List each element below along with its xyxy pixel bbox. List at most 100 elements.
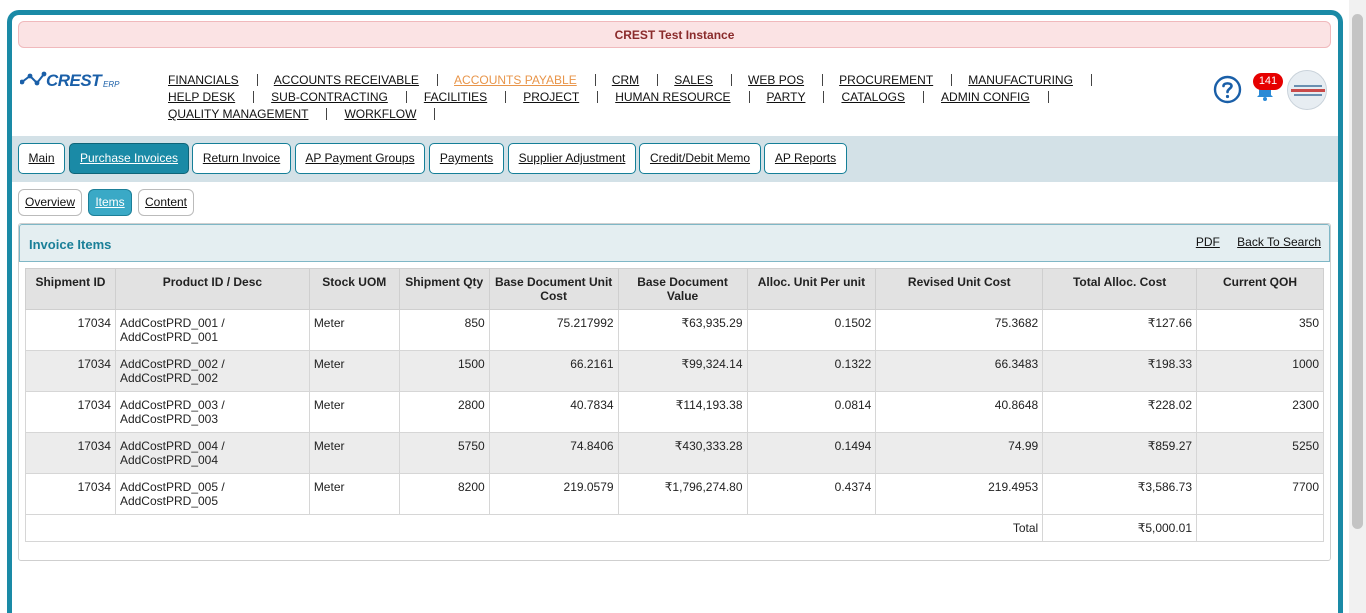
col-doc-value[interactable]: Base Document Value xyxy=(617,268,748,310)
col-revised-cost[interactable]: Revised Unit Cost xyxy=(875,268,1044,310)
cell-shipment-id: 17034 xyxy=(25,350,116,392)
nav-sub-contracting[interactable]: SUB-CONTRACTING xyxy=(271,89,388,106)
cell-qty: 1500 xyxy=(398,350,490,392)
cell-alloc-unit: 0.1494 xyxy=(746,432,877,474)
table-row: 17034 AddCostPRD_003 /AddCostPRD_003 Met… xyxy=(25,391,1324,433)
instance-banner: CREST Test Instance xyxy=(18,21,1331,48)
page-scrollbar[interactable] xyxy=(1349,0,1366,613)
cell-shipment-id: 17034 xyxy=(25,391,116,433)
cell-product: AddCostPRD_003 /AddCostPRD_003 xyxy=(114,391,310,433)
cell-doc-value: ₹63,935.29 xyxy=(617,309,748,351)
notification-badge[interactable]: 141 xyxy=(1253,73,1283,90)
cell-product: AddCostPRD_001 /AddCostPRD_001 xyxy=(114,309,310,351)
nav-crm[interactable]: CRM xyxy=(612,72,639,89)
nav-separator xyxy=(326,108,328,120)
nav-workflow[interactable]: WORKFLOW xyxy=(344,106,416,123)
col-total-alloc[interactable]: Total Alloc. Cost xyxy=(1042,268,1198,310)
total-empty-cell xyxy=(1196,514,1324,542)
col-shipment-qty[interactable]: Shipment Qty xyxy=(398,268,490,310)
cell-uom: Meter xyxy=(308,309,400,351)
pdf-link[interactable]: PDF xyxy=(1196,235,1220,249)
col-stock-uom[interactable]: Stock UOM xyxy=(308,268,400,310)
cell-total-alloc: ₹127.66 xyxy=(1042,309,1198,351)
back-to-search-link[interactable]: Back To Search xyxy=(1237,235,1321,249)
nav-admin-config[interactable]: ADMIN CONFIG xyxy=(941,89,1030,106)
nav-human-resource[interactable]: HUMAN RESOURCE xyxy=(615,89,730,106)
cell-uom: Meter xyxy=(308,432,400,474)
col-shipment-id[interactable]: Shipment ID xyxy=(25,268,116,310)
cell-total-alloc: ₹198.33 xyxy=(1042,350,1198,392)
table-header-row: Shipment ID Product ID / Desc Stock UOM … xyxy=(25,268,1324,310)
product-desc: AddCostPRD_001 xyxy=(119,330,219,344)
nav-catalogs[interactable]: CATALOGS xyxy=(841,89,905,106)
avatar[interactable] xyxy=(1287,70,1327,110)
cell-total-alloc: ₹228.02 xyxy=(1042,391,1198,433)
cell-doc-value: ₹114,193.38 xyxy=(617,391,748,433)
cell-qoh: 1000 xyxy=(1196,350,1324,392)
nav-web-pos[interactable]: WEB POS xyxy=(748,72,804,89)
table-row: 17034 AddCostPRD_001 /AddCostPRD_001 Met… xyxy=(25,309,1324,351)
scrollbar-thumb[interactable] xyxy=(1352,14,1363,529)
col-current-qoh[interactable]: Current QOH xyxy=(1196,268,1324,310)
product-desc: AddCostPRD_005 xyxy=(119,494,219,508)
tab-payments[interactable]: Payments xyxy=(429,143,504,174)
subtab-overview[interactable]: Overview xyxy=(18,189,82,216)
cell-qty: 8200 xyxy=(398,473,490,515)
tab-purchase-invoices[interactable]: Purchase Invoices xyxy=(69,143,189,174)
col-unit-cost[interactable]: Base Document Unit Cost xyxy=(488,268,619,310)
cell-qoh: 350 xyxy=(1196,309,1324,351)
cell-total-alloc: ₹3,586.73 xyxy=(1042,473,1198,515)
cell-product: AddCostPRD_005 /AddCostPRD_005 xyxy=(114,473,310,515)
nav-help-desk[interactable]: HELP DESK xyxy=(168,89,235,106)
cell-product: AddCostPRD_004 /AddCostPRD_004 xyxy=(114,432,310,474)
cell-shipment-id: 17034 xyxy=(25,473,116,515)
cell-qoh: 2300 xyxy=(1196,391,1324,433)
cell-uom: Meter xyxy=(308,391,400,433)
cell-qty: 2800 xyxy=(398,391,490,433)
tab-supplier-adjustment[interactable]: Supplier Adjustment xyxy=(508,143,636,174)
nav-facilities[interactable]: FACILITIES xyxy=(424,89,487,106)
nav-accounts-payable[interactable]: ACCOUNTS PAYABLE xyxy=(454,72,577,89)
nav-manufacturing[interactable]: MANUFACTURING xyxy=(968,72,1073,89)
subtab-items[interactable]: Items xyxy=(88,189,132,216)
product-id: AddCostPRD_005 / xyxy=(119,480,225,494)
tab-main[interactable]: Main xyxy=(18,143,65,174)
question-circle-icon[interactable] xyxy=(1213,75,1242,104)
nav-financials[interactable]: FINANCIALS xyxy=(168,72,239,89)
cell-unit-cost: 74.8406 xyxy=(488,432,619,474)
subtab-content[interactable]: Content xyxy=(138,189,194,216)
cell-qty: 5750 xyxy=(398,432,490,474)
cell-doc-value: ₹430,333.28 xyxy=(617,432,748,474)
nav-sales[interactable]: SALES xyxy=(674,72,713,89)
cell-doc-value: ₹1,796,274.80 xyxy=(617,473,748,515)
cell-revised-cost: 40.8648 xyxy=(875,391,1044,433)
cell-unit-cost: 66.2161 xyxy=(488,350,619,392)
nav-separator xyxy=(748,91,750,103)
tab-return-invoice[interactable]: Return Invoice xyxy=(192,143,291,174)
nav-accounts-receivable[interactable]: ACCOUNTS RECEIVABLE xyxy=(274,72,419,89)
col-product[interactable]: Product ID / Desc xyxy=(114,268,310,310)
nav-quality-management[interactable]: QUALITY MANAGEMENT xyxy=(168,106,308,123)
nav-procurement[interactable]: PROCUREMENT xyxy=(839,72,933,89)
table-row: 17034 AddCostPRD_005 /AddCostPRD_005 Met… xyxy=(25,473,1324,515)
nav-separator xyxy=(597,91,599,103)
tab-credit-debit-memo[interactable]: Credit/Debit Memo xyxy=(639,143,761,174)
product-id: AddCostPRD_004 / xyxy=(119,439,225,453)
nav-row-1: FINANCIALS ACCOUNTS RECEIVABLE ACCOUNTS … xyxy=(168,72,1108,89)
user-avatar-icon xyxy=(1288,71,1326,109)
cell-shipment-id: 17034 xyxy=(25,309,116,351)
tab-ap-reports[interactable]: AP Reports xyxy=(764,143,847,174)
nav-party[interactable]: PARTY xyxy=(767,89,806,106)
table-row: 17034 AddCostPRD_002 /AddCostPRD_002 Met… xyxy=(25,350,1324,392)
nav-project[interactable]: PROJECT xyxy=(523,89,579,106)
product-desc: AddCostPRD_002 xyxy=(119,371,219,385)
col-alloc-unit[interactable]: Alloc. Unit Per unit xyxy=(746,268,877,310)
cell-product: AddCostPRD_002 /AddCostPRD_002 xyxy=(114,350,310,392)
nav-separator xyxy=(1047,91,1049,103)
tab-ap-payment-groups[interactable]: AP Payment Groups xyxy=(295,143,425,174)
total-label: Total xyxy=(24,514,1044,542)
cell-unit-cost: 40.7834 xyxy=(488,391,619,433)
table-total-row: Total ₹5,000.01 xyxy=(24,514,1324,542)
nav-row-2: HELP DESK SUB-CONTRACTING FACILITIES PRO… xyxy=(168,89,1108,106)
cell-revised-cost: 219.4953 xyxy=(875,473,1044,515)
